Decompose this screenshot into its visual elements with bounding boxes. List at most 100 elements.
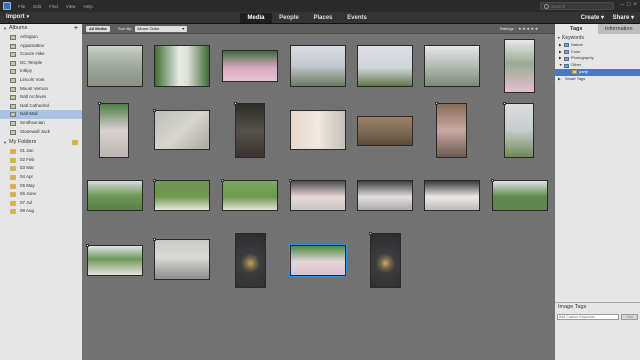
- collapse-icon[interactable]: ▼: [3, 24, 7, 33]
- expand-icon[interactable]: ▶: [559, 42, 562, 49]
- all-media-button[interactable]: All Media: [86, 26, 110, 32]
- import-button[interactable]: Import ▾: [6, 14, 29, 20]
- album-item[interactable]: Mount Vernon: [0, 85, 82, 94]
- close-icon[interactable]: ×: [633, 2, 637, 8]
- photo-thumbnail[interactable]: [357, 116, 413, 146]
- photo-thumbnail[interactable]: [154, 45, 210, 87]
- expand-icon[interactable]: ▶: [559, 55, 562, 62]
- photo-thumbnail-selected[interactable]: [289, 244, 347, 277]
- create-button[interactable]: Create ▾: [581, 14, 604, 21]
- album-item[interactable]: Natl Archives: [0, 93, 82, 102]
- photo-thumbnail[interactable]: [153, 238, 210, 280]
- tab-places[interactable]: Places: [306, 13, 340, 23]
- maximize-icon[interactable]: □: [627, 2, 631, 8]
- album-icon: [10, 120, 16, 126]
- folder-item[interactable]: 03 Mar: [0, 164, 82, 173]
- folder-view-icon[interactable]: [72, 140, 78, 146]
- add-keyword-button[interactable]: Add: [621, 314, 638, 320]
- tab-media[interactable]: Media: [240, 13, 272, 23]
- folder-item[interactable]: 02 Feb: [0, 156, 82, 165]
- album-item[interactable]: Stonewall Jack: [0, 128, 82, 137]
- photo-thumbnail[interactable]: [221, 179, 278, 211]
- folder-item[interactable]: 07 Jul: [0, 199, 82, 208]
- album-item[interactable]: Inttipy: [0, 67, 82, 76]
- album-icon: [10, 35, 16, 40]
- photo-thumbnail[interactable]: [357, 45, 413, 87]
- photo-thumbnail[interactable]: [87, 45, 143, 87]
- album-item-selected[interactable]: Natl Mall: [0, 110, 82, 119]
- photo-thumbnail[interactable]: [153, 179, 210, 211]
- tab-people[interactable]: People: [272, 13, 306, 23]
- share-button[interactable]: Share ▾: [613, 14, 634, 21]
- photo-thumbnail[interactable]: [86, 244, 143, 276]
- menu-view[interactable]: View: [66, 4, 76, 9]
- photo-thumbnail[interactable]: [290, 45, 346, 87]
- custom-keyword-input[interactable]: [557, 314, 619, 320]
- folder-item[interactable]: 06 June: [0, 190, 82, 199]
- rating-stars[interactable]: ★★★★★: [518, 26, 539, 32]
- collapse-icon[interactable]: ▼: [3, 138, 7, 147]
- tab-tags[interactable]: Tags: [555, 24, 598, 34]
- item-badge-icon: [153, 109, 156, 112]
- photo-thumbnail[interactable]: [424, 45, 480, 87]
- photo-thumbnail[interactable]: [98, 102, 129, 158]
- photo-thumbnail[interactable]: [357, 180, 413, 211]
- photo-thumbnail[interactable]: [369, 232, 401, 288]
- menu-edit[interactable]: Edit: [33, 4, 41, 9]
- album-label: Smithsonian: [20, 119, 45, 125]
- search-box[interactable]: [540, 2, 614, 10]
- collapse-icon[interactable]: ▼: [557, 35, 560, 42]
- folder-item[interactable]: 05 May: [0, 182, 82, 191]
- album-label: Natl Mall: [20, 111, 38, 117]
- keywords-header[interactable]: ▼ Keywords: [555, 35, 640, 42]
- albums-header[interactable]: ▼ Albums +: [0, 24, 82, 33]
- photo-thumbnail[interactable]: [234, 102, 265, 158]
- photo-thumbnail[interactable]: [435, 102, 467, 158]
- smart-tags-item[interactable]: ▶ Smart Tags: [555, 76, 640, 83]
- keyword-item[interactable]: ▶ Nature: [555, 42, 640, 49]
- photo-thumbnail[interactable]: [289, 179, 346, 211]
- photo-thumbnail[interactable]: [504, 39, 535, 93]
- photo-thumbnail[interactable]: [87, 180, 143, 211]
- keyword-item[interactable]: ▼ Other: [555, 62, 640, 69]
- add-album-icon[interactable]: +: [74, 24, 78, 33]
- menu-file[interactable]: File: [18, 4, 25, 9]
- keyword-item[interactable]: ▶ Color: [555, 49, 640, 56]
- album-item[interactable]: DC Temple: [0, 59, 82, 68]
- album-item[interactable]: Arlington: [0, 33, 82, 42]
- folders-header[interactable]: ▼ My Folders: [0, 138, 82, 147]
- expand-icon[interactable]: ▶: [558, 76, 561, 83]
- photo-thumbnail[interactable]: [290, 110, 346, 150]
- menu-find[interactable]: Find: [49, 4, 58, 9]
- keyword-item-selected[interactable]: party: [555, 68, 640, 76]
- folder-item[interactable]: 08 Aug: [0, 207, 82, 216]
- expand-icon[interactable]: ▶: [559, 49, 562, 56]
- photo-thumbnail[interactable]: [491, 179, 548, 211]
- collapse-icon[interactable]: ▼: [559, 62, 562, 69]
- keyword-icon: [564, 43, 569, 48]
- photo-thumbnail[interactable]: [153, 109, 210, 150]
- smart-tags-label: Smart Tags: [565, 75, 586, 81]
- album-item[interactable]: Natl Cathedral: [0, 102, 82, 111]
- tab-information[interactable]: Information: [597, 24, 640, 34]
- album-item[interactable]: Coxom Hike: [0, 50, 82, 59]
- album-item[interactable]: Lincoln Vont: [0, 76, 82, 85]
- folder-label: 04 Apr: [20, 173, 34, 179]
- photo-thumbnail[interactable]: [503, 102, 534, 158]
- menu-help[interactable]: Help: [83, 4, 92, 9]
- album-icon: [10, 86, 16, 92]
- tab-events[interactable]: Events: [340, 13, 374, 23]
- search-input[interactable]: [551, 3, 611, 9]
- minimize-icon[interactable]: –: [621, 2, 624, 8]
- photo-thumbnail[interactable]: [424, 180, 480, 211]
- folder-item[interactable]: 04 Apr: [0, 173, 82, 182]
- photo-thumbnail[interactable]: [235, 233, 266, 288]
- sort-select[interactable]: Album Order ▼: [135, 26, 187, 32]
- panel-tabs: Tags Information: [555, 24, 640, 34]
- keyword-item[interactable]: ▶ Photography: [555, 55, 640, 62]
- album-item[interactable]: Appamattox: [0, 42, 82, 51]
- folder-item[interactable]: 01 Jan: [0, 147, 82, 156]
- photo-thumbnail[interactable]: [222, 50, 278, 82]
- album-item[interactable]: Smithsonian: [0, 119, 82, 128]
- folder-label: 01 Jan: [20, 148, 34, 154]
